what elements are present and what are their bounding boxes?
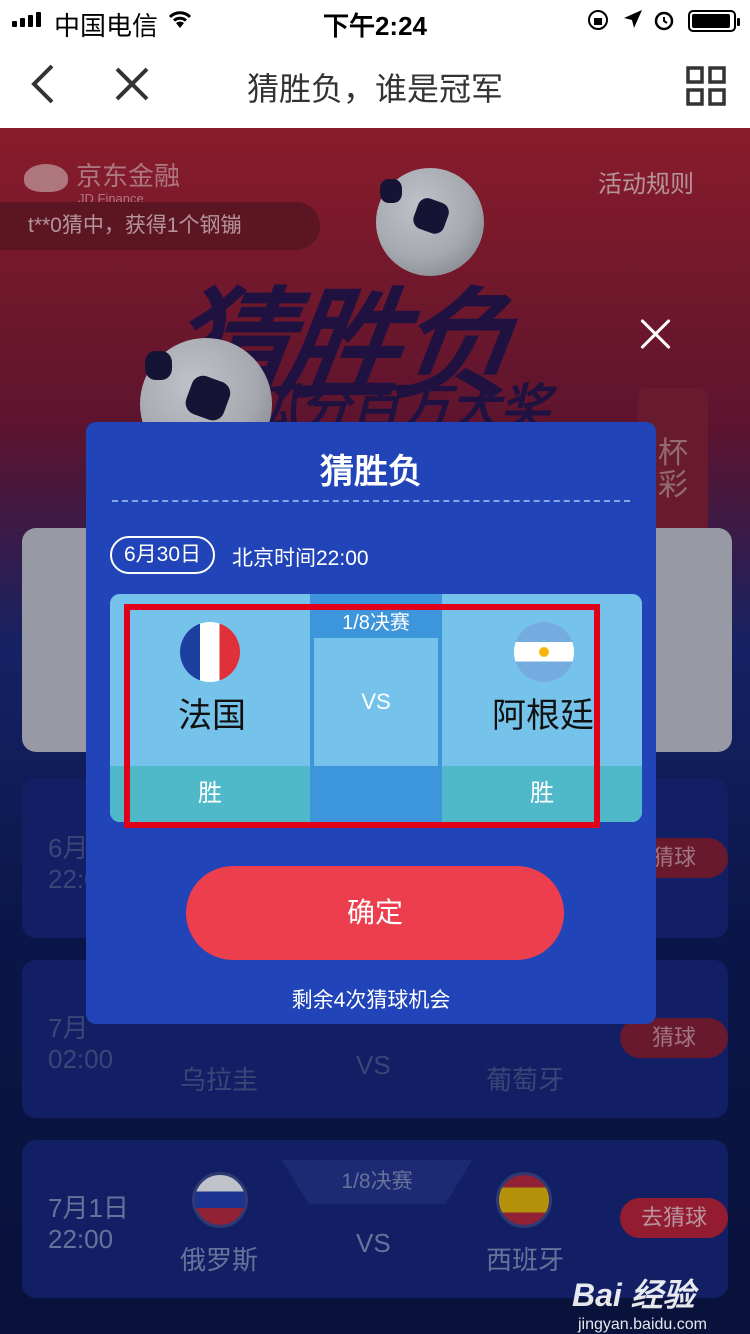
status-bar: 中国电信 下午2:24 — [0, 0, 750, 41]
confirm-button[interactable]: 确定 — [186, 866, 564, 960]
grid-menu-icon[interactable] — [686, 66, 726, 106]
nav-bar: 猜胜负，谁是冠军 — [0, 40, 750, 128]
alarm-icon — [654, 11, 674, 31]
match-date-badge: 6月30日 — [110, 536, 216, 574]
modal-close-icon[interactable] — [636, 314, 676, 354]
orientation-lock-icon — [588, 10, 608, 30]
beijing-time: 北京时间22:00 — [232, 547, 369, 570]
battery-icon — [688, 10, 740, 32]
remaining-chances: 剩余4次猜球机会 — [291, 989, 451, 1012]
divider — [112, 500, 630, 502]
page-title: 猜胜负，谁是冠军 — [246, 71, 503, 107]
highlight-box — [124, 604, 600, 828]
guess-modal: 猜胜负 6月30日 北京时间22:00 法国 胜 1/8决赛 VS 阿根廷 胜 — [86, 422, 656, 1024]
baidu-watermark: Bai 经验 jingyan.baidu.com — [572, 1277, 707, 1333]
location-icon — [624, 10, 642, 28]
page-content: 京东金融 JD Finance 活动规则 t**0猜中，获得1个钢镚 猜胜负 瓜… — [0, 128, 750, 1334]
modal-title: 猜胜负 — [320, 453, 422, 491]
